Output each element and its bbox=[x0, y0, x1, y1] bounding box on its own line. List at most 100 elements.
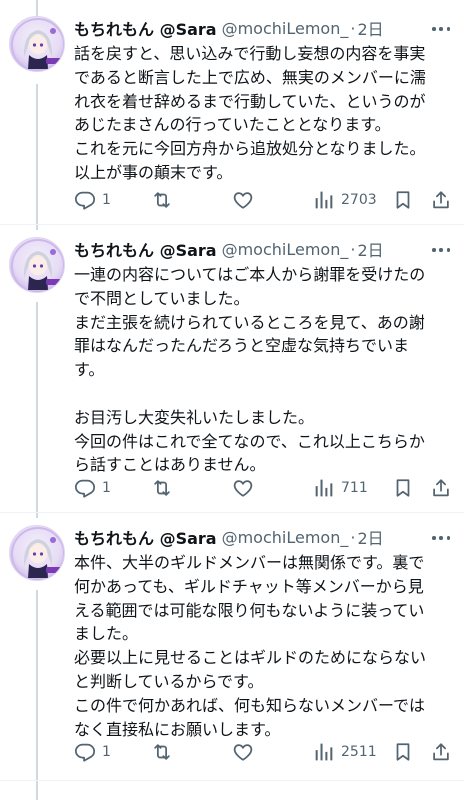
views-button[interactable]: 711 bbox=[313, 477, 368, 499]
separator: · bbox=[350, 239, 356, 259]
display-name[interactable]: もちれもん @Sara bbox=[74, 16, 217, 40]
views-icon bbox=[315, 479, 333, 497]
view-count: 2511 bbox=[341, 744, 377, 760]
reply-count: 1 bbox=[102, 192, 111, 208]
views-icon bbox=[315, 743, 333, 761]
share-icon bbox=[433, 743, 449, 761]
avatar[interactable] bbox=[9, 525, 65, 581]
more-icon[interactable] bbox=[432, 535, 450, 541]
tweet-text-line: す。 bbox=[74, 360, 105, 380]
bookmark-button[interactable] bbox=[392, 189, 414, 211]
tweet-text: 本件、大半のギルドメンバーは無関係です。裏で 何かあっても、ギルドチャット等メン… bbox=[74, 551, 452, 741]
tweet-text-line: ました。 bbox=[74, 624, 139, 644]
reply-icon bbox=[74, 479, 96, 498]
reply-icon bbox=[74, 191, 96, 210]
share-icon bbox=[433, 479, 449, 497]
timestamp[interactable]: 2日 bbox=[357, 525, 383, 549]
tweet-text-line: と判断しているからです。 bbox=[74, 671, 264, 691]
reply-button[interactable]: 1 bbox=[74, 477, 111, 499]
avatar-image bbox=[11, 527, 64, 580]
like-icon bbox=[233, 192, 253, 209]
reply-count: 1 bbox=[102, 744, 111, 760]
thread-line bbox=[36, 302, 38, 518]
views-icon bbox=[315, 191, 333, 209]
more-icon[interactable] bbox=[432, 247, 450, 253]
timestamp[interactable]: 2日 bbox=[357, 237, 383, 261]
retweet-button[interactable] bbox=[151, 189, 173, 211]
like-icon bbox=[233, 744, 253, 761]
avatar[interactable] bbox=[9, 16, 65, 72]
like-button[interactable] bbox=[232, 189, 254, 211]
tweet-text-line: であると断言した上で広め、無実のメンバーに濡 bbox=[74, 67, 426, 87]
reply-icon bbox=[74, 743, 96, 762]
thread-line bbox=[36, 590, 38, 800]
separator: · bbox=[350, 18, 356, 38]
share-button[interactable] bbox=[430, 741, 452, 763]
thread-line bbox=[36, 0, 38, 16]
retweet-button[interactable] bbox=[151, 741, 173, 763]
retweet-icon bbox=[154, 744, 170, 760]
display-name[interactable]: もちれもん @Sara bbox=[74, 525, 217, 549]
tweet-text-line: 以上が事の顛末です。 bbox=[74, 162, 233, 182]
retweet-icon bbox=[154, 480, 170, 496]
tweet-text-line: れ衣を着せ辞めるまで行動していた、というのが bbox=[74, 91, 426, 111]
timeline: もちれもん @Sara @mochiLemon_ · 2日 話を戻すと、思い込み… bbox=[0, 0, 464, 800]
tweet-text-line: で不問としていました。 bbox=[74, 288, 250, 308]
tweet-text-line: あじたまさんの行っていたこととなります。 bbox=[74, 115, 391, 135]
tweet-text-line: 何かあっても、ギルドチャット等メンバーから見 bbox=[74, 576, 424, 596]
view-count: 2703 bbox=[341, 192, 377, 208]
like-icon bbox=[233, 480, 253, 497]
display-name[interactable]: もちれもん @Sara bbox=[74, 237, 217, 261]
tweet-text-line: お目汚し大変失礼いたしました。 bbox=[74, 407, 315, 427]
user-handle[interactable]: @mochiLemon_ bbox=[222, 19, 349, 38]
view-count: 711 bbox=[341, 480, 368, 496]
bookmark-icon bbox=[396, 191, 410, 209]
tweet-actions: 1 2511 bbox=[74, 738, 452, 766]
avatar-image bbox=[11, 239, 64, 292]
tweet-text: 一連の内容についてはご本人から謝罪を受けたの で不問としていました。 まだ主張を… bbox=[74, 263, 452, 477]
tweet-text-line: まだ主張を続けられているところを見て、あの謝 bbox=[74, 312, 425, 332]
user-handle[interactable]: @mochiLemon_ bbox=[222, 240, 349, 259]
tweet-text-line: 必要以上に見せることはギルドのためにならない bbox=[74, 648, 427, 668]
tweet-text: 話を戻すと、思い込みで行動し妄想の内容を事実 であると断言した上で広め、無実のメ… bbox=[74, 42, 452, 185]
tweet-text-line: える範囲では可能な限り何もないように装ってい bbox=[74, 600, 425, 620]
bookmark-icon bbox=[396, 479, 410, 497]
user-handle[interactable]: @mochiLemon_ bbox=[222, 528, 349, 547]
share-button[interactable] bbox=[430, 189, 452, 211]
bookmark-button[interactable] bbox=[392, 741, 414, 763]
tweet-text-line: 罪はなんだったんだろうと空虚な気持ちでいま bbox=[74, 336, 410, 356]
tweet-actions: 1 2703 bbox=[74, 186, 452, 214]
tweet-text-line: この件で何かあれば、何も知らないメンバーでは bbox=[74, 695, 426, 715]
tweet-divider bbox=[0, 224, 464, 225]
thread-line bbox=[36, 84, 38, 230]
tweet-text-line: 話を戻すと、思い込みで行動し妄想の内容を事実 bbox=[74, 44, 426, 63]
avatar-image bbox=[11, 18, 64, 71]
retweet-button[interactable] bbox=[151, 477, 173, 499]
reply-button[interactable]: 1 bbox=[74, 741, 111, 763]
tweet-text-line bbox=[74, 382, 452, 406]
separator: · bbox=[350, 527, 356, 547]
like-button[interactable] bbox=[232, 741, 254, 763]
views-button[interactable]: 2511 bbox=[313, 741, 377, 763]
bookmark-button[interactable] bbox=[392, 477, 414, 499]
tweet-actions: 1 711 bbox=[74, 474, 452, 502]
timestamp[interactable]: 2日 bbox=[357, 16, 383, 40]
tweet-divider bbox=[0, 512, 464, 513]
tweet-text-line: 今回の件はこれで全てなので、これ以上こちらか bbox=[74, 431, 425, 451]
tweet-text-line: 本件、大半のギルドメンバーは無関係です。裏で bbox=[74, 553, 425, 572]
like-button[interactable] bbox=[232, 477, 254, 499]
reply-count: 1 bbox=[102, 480, 111, 496]
retweet-icon bbox=[154, 192, 170, 208]
avatar[interactable] bbox=[9, 237, 65, 293]
tweet-text-line: 一連の内容についてはご本人から謝罪を受けたの bbox=[74, 265, 426, 284]
more-icon[interactable] bbox=[432, 26, 450, 32]
views-button[interactable]: 2703 bbox=[313, 189, 377, 211]
share-button[interactable] bbox=[430, 477, 452, 499]
tweet-header: もちれもん @Sara @mochiLemon_ · 2日 bbox=[74, 237, 452, 261]
tweet-divider bbox=[0, 780, 464, 781]
tweet-text-line: これを元に今回方舟から追放処分となりました。 bbox=[74, 139, 426, 159]
share-icon bbox=[433, 191, 449, 209]
tweet-header: もちれもん @Sara @mochiLemon_ · 2日 bbox=[74, 16, 452, 40]
tweet-header: もちれもん @Sara @mochiLemon_ · 2日 bbox=[74, 525, 452, 549]
reply-button[interactable]: 1 bbox=[74, 189, 111, 211]
